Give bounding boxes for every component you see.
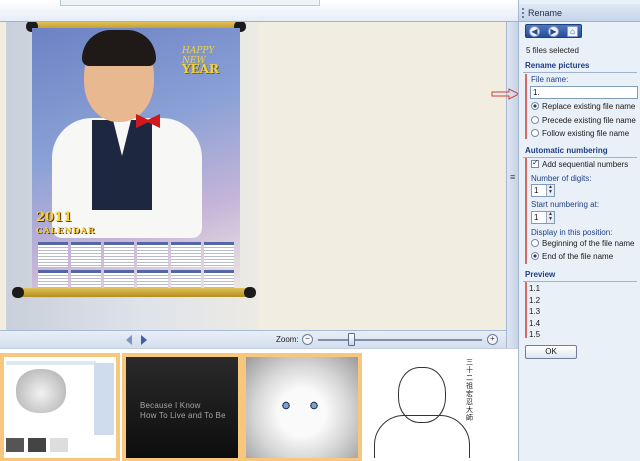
baby-eye — [280, 401, 292, 410]
thumbnail-1[interactable] — [0, 353, 120, 461]
calendar-poster: HAPPY NEW YEAR 2011 CALENDAR — [32, 28, 240, 298]
list-item: 1.2 — [529, 295, 541, 305]
stepper-value: 1 — [534, 213, 539, 222]
vertical-caption: 三十二祖宏忍大師 — [466, 359, 473, 422]
annotation-arrow-icon — [491, 88, 521, 100]
calendar-month — [71, 242, 102, 267]
list-item: 1.3 — [529, 307, 541, 316]
book-cover-text: Because I Know How To Live and To Be — [140, 401, 226, 421]
zoom-out-icon[interactable]: − — [302, 334, 313, 345]
rod-cap — [244, 287, 256, 298]
zoom-label: Zoom: — [276, 335, 299, 344]
follow-name-option[interactable]: Follow existing file name — [531, 129, 629, 138]
thumbnail-4[interactable]: 三十二祖宏忍大師 — [364, 353, 480, 461]
option-label: End of the file name — [542, 252, 614, 261]
rename-panel: Rename ◀ ▶ ⌂ 5 files selected Rename pic… — [518, 0, 640, 461]
forward-arrow-icon[interactable]: ▶ — [548, 26, 559, 37]
replace-name-option[interactable]: Replace existing file name — [531, 102, 635, 111]
mini-face — [16, 369, 66, 413]
top-toolbar — [0, 0, 518, 22]
panel-title: Rename — [519, 4, 640, 22]
group-marker — [525, 282, 527, 338]
list-item: 1.4 — [529, 318, 541, 328]
thumbnail-image — [246, 357, 358, 458]
group-marker — [525, 158, 527, 264]
zoom-slider-track[interactable] — [318, 339, 482, 341]
calendar-month-grid — [38, 242, 234, 294]
preview-photo: HAPPY NEW YEAR 2011 CALENDAR — [6, 22, 258, 330]
option-label: Add sequential numbers — [542, 160, 629, 169]
thumbnail-image — [4, 357, 116, 458]
toolbar-tab[interactable] — [60, 0, 320, 6]
list-item: 1.5 — [529, 330, 541, 339]
zoom-in-icon[interactable]: + — [487, 334, 498, 345]
stepper-arrows-icon[interactable]: ▲ ▼ — [546, 212, 554, 223]
digits-stepper[interactable]: 1 ▲ ▼ — [531, 184, 555, 197]
option-label: Precede existing file name — [542, 116, 636, 125]
back-arrow-icon[interactable]: ◀ — [529, 26, 540, 37]
preview-toolbar: Zoom: − + — [0, 330, 506, 348]
start-number-label: Start numbering at: — [531, 200, 600, 209]
option-label: Follow existing file name — [542, 129, 630, 138]
mini-toolbar — [6, 361, 96, 365]
precede-name-option[interactable]: Precede existing file name — [531, 116, 636, 125]
ok-button[interactable]: OK — [525, 345, 577, 359]
calendar-month — [203, 242, 234, 267]
thumbnail-strip: Because I Know How To Live and To Be 三十二… — [0, 348, 518, 461]
stepper-value: 1 — [534, 186, 539, 195]
image-preview-area: HAPPY NEW YEAR 2011 CALENDAR — [0, 22, 506, 330]
preview-name-list: 1.1 1.2 1.3 1.4 1.5 — [529, 283, 540, 341]
thumbnail-image: 三十二祖宏忍大師 — [368, 357, 476, 458]
option-label: Beginning of the file name — [542, 239, 635, 248]
end-position-option[interactable]: End of the file name — [531, 252, 613, 261]
radio-button[interactable] — [531, 129, 539, 137]
splitter-grip-icon[interactable]: ≡ — [510, 172, 515, 182]
beginning-position-option[interactable]: Beginning of the file name — [531, 239, 635, 248]
file-name-input[interactable] — [530, 86, 638, 99]
next-arrow-icon[interactable] — [141, 335, 147, 345]
radio-button[interactable] — [531, 102, 539, 110]
numbering-section-heading: Automatic numbering — [523, 146, 637, 158]
group-marker — [525, 74, 527, 139]
poster-calendar-year: 2011 — [36, 210, 73, 225]
files-selected-count: 5 files selected — [526, 46, 579, 55]
digits-label: Number of digits: — [531, 174, 592, 183]
checkbox[interactable] — [531, 158, 539, 168]
poster-calendar-word: CALENDAR — [36, 225, 96, 235]
radio-button[interactable] — [531, 116, 539, 124]
panel-nav-bar: ◀ ▶ ⌂ — [525, 24, 582, 38]
radio-button[interactable] — [531, 252, 539, 260]
previous-arrow-icon[interactable] — [126, 335, 132, 345]
preview-section-heading: Preview — [522, 270, 638, 282]
add-sequential-checkbox[interactable]: Add sequential numbers — [531, 158, 629, 169]
baby-eye — [308, 401, 320, 410]
mini-strip — [6, 438, 92, 452]
calendar-month — [170, 242, 201, 267]
radio-button[interactable] — [531, 239, 539, 247]
rod-cap — [12, 287, 24, 298]
thumbnail-2[interactable]: Because I Know How To Live and To Be — [122, 353, 242, 461]
scroll-rod-bottom — [12, 287, 256, 298]
book-text-line: Because I Know — [140, 401, 201, 410]
home-icon[interactable]: ⌂ — [567, 26, 578, 37]
rename-section-heading: Rename pictures — [522, 61, 638, 73]
calendar-month — [104, 242, 135, 267]
file-name-label: File name: — [531, 75, 569, 84]
calendar-month — [137, 242, 168, 267]
position-label: Display in this position: — [531, 228, 613, 237]
vertical-splitter[interactable]: ≡ — [506, 22, 518, 348]
thumbnail-3[interactable] — [242, 353, 362, 461]
calendar-month — [38, 242, 69, 267]
stepper-arrows-icon[interactable]: ▲ ▼ — [546, 185, 554, 196]
zoom-slider-thumb[interactable] — [347, 333, 355, 346]
option-label: Replace existing file name — [542, 102, 636, 111]
book-text-line: How To Live and To Be — [140, 411, 226, 420]
list-item: 1.1 — [529, 284, 541, 293]
monk-sketch-robe — [374, 415, 470, 458]
start-number-stepper[interactable]: 1 ▲ ▼ — [531, 211, 555, 224]
thumbnail-image: Because I Know How To Live and To Be — [126, 357, 238, 458]
poster-figure-hair — [82, 30, 156, 66]
poster-greeting-year: YEAR — [182, 62, 219, 76]
mini-panel — [94, 363, 114, 435]
